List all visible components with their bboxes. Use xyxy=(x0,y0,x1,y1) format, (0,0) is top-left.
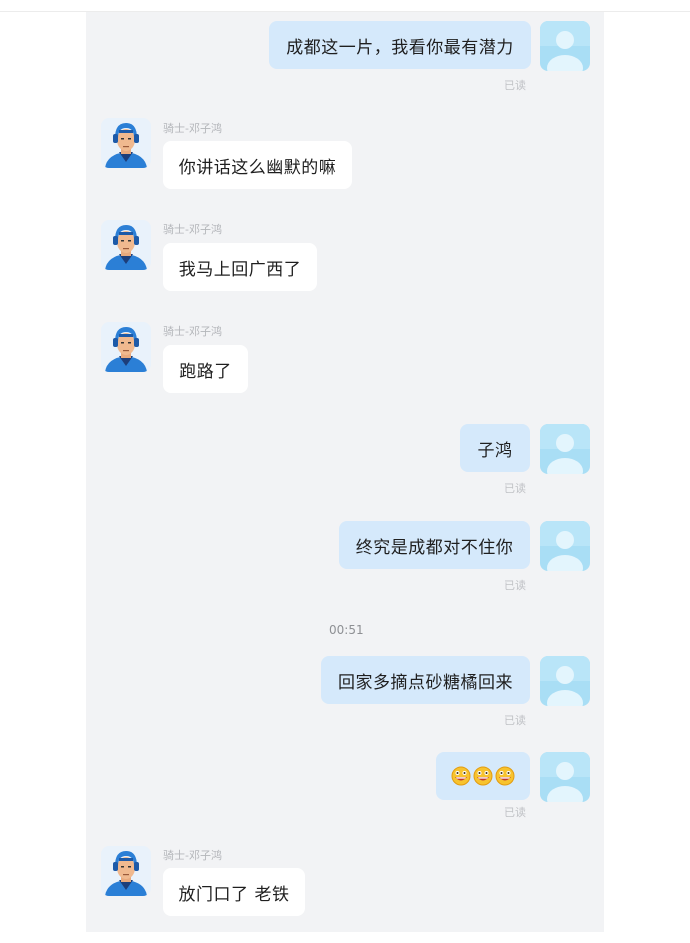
message-bubble-outgoing[interactable]: 成都这一片，我看你最有潜力 xyxy=(269,21,531,69)
default-user-icon xyxy=(540,21,590,71)
rider-avatar-icon xyxy=(101,118,151,168)
sender-name: 骑士-邓子鸿 xyxy=(163,325,222,338)
default-user-icon xyxy=(540,521,590,571)
message-bubble-outgoing[interactable] xyxy=(436,752,530,800)
message-text: 终究是成都对不住你 xyxy=(355,537,514,558)
default-user-icon xyxy=(540,424,590,474)
message-bubble-outgoing[interactable]: 子鸿 xyxy=(460,424,530,472)
default-user-icon xyxy=(540,656,590,706)
rider-avatar-icon xyxy=(101,220,151,270)
emoji-group xyxy=(451,766,515,786)
grinning-face-icon xyxy=(451,766,471,786)
grinning-face-icon xyxy=(473,766,493,786)
sender-name: 骑士-邓子鸿 xyxy=(163,122,222,135)
rider-avatar[interactable] xyxy=(101,846,151,896)
read-status: 已读 xyxy=(504,579,526,592)
self-avatar[interactable] xyxy=(540,424,590,474)
message-timestamp: 00:51 xyxy=(329,623,364,637)
rider-avatar[interactable] xyxy=(101,220,151,270)
self-avatar[interactable] xyxy=(540,521,590,571)
rider-avatar[interactable] xyxy=(101,118,151,168)
message-text: 跑路了 xyxy=(179,361,232,382)
message-text: 回家多摘点砂糖橘回来 xyxy=(338,672,513,693)
read-status: 已读 xyxy=(504,482,526,495)
message-text: 子鸿 xyxy=(477,440,513,461)
message-bubble-incoming[interactable]: 跑路了 xyxy=(163,345,248,393)
read-status: 已读 xyxy=(504,79,526,92)
message-bubble-outgoing[interactable]: 终究是成都对不住你 xyxy=(339,521,530,569)
grinning-face-icon xyxy=(495,766,515,786)
rider-avatar[interactable] xyxy=(101,322,151,372)
rider-avatar-icon xyxy=(101,322,151,372)
read-status: 已读 xyxy=(504,714,526,727)
message-bubble-incoming[interactable]: 我马上回广西了 xyxy=(163,243,317,291)
sender-name: 骑士-邓子鸿 xyxy=(163,223,222,236)
self-avatar[interactable] xyxy=(540,21,590,71)
self-avatar[interactable] xyxy=(540,656,590,706)
message-bubble-incoming[interactable]: 放门口了 老铁 xyxy=(163,868,305,916)
default-user-icon xyxy=(540,752,590,802)
message-text: 你讲话这么幽默的嘛 xyxy=(178,157,337,178)
message-text: 成都这一片，我看你最有潜力 xyxy=(286,37,514,58)
self-avatar[interactable] xyxy=(540,752,590,802)
sender-name: 骑士-邓子鸿 xyxy=(163,849,222,862)
rider-avatar-icon xyxy=(101,846,151,896)
message-bubble-incoming[interactable]: 你讲话这么幽默的嘛 xyxy=(163,141,352,189)
message-bubble-outgoing[interactable]: 回家多摘点砂糖橘回来 xyxy=(321,656,530,704)
message-text: 我马上回广西了 xyxy=(178,259,302,280)
message-text: 放门口了 老铁 xyxy=(178,884,290,905)
read-status: 已读 xyxy=(504,806,526,819)
